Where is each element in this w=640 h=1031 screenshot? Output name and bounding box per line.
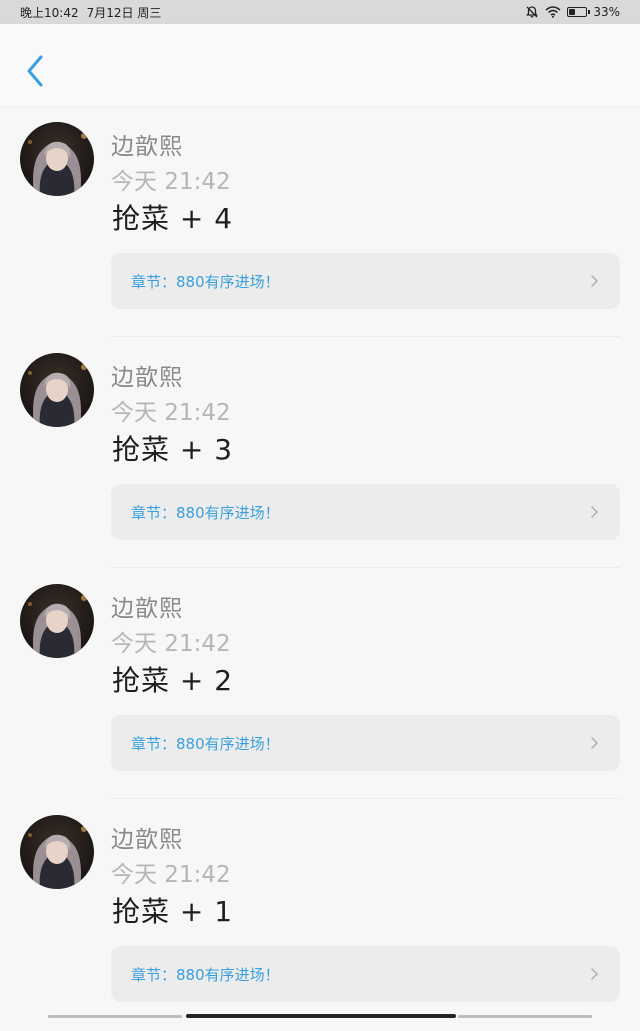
status-time: 晚上10:42 bbox=[20, 4, 79, 21]
author-name: 边歆熙 bbox=[111, 127, 183, 161]
chevron-right-icon bbox=[588, 967, 600, 981]
mute-bell-icon bbox=[525, 5, 539, 19]
nav-bar-right-segment bbox=[458, 1015, 592, 1018]
chapter-link-card[interactable]: 章节：880有序进场！ bbox=[111, 946, 620, 1002]
status-date: 7月12日 周三 bbox=[87, 4, 162, 21]
timestamp: 今天 21:42 bbox=[111, 393, 231, 427]
avatar[interactable] bbox=[20, 584, 94, 658]
message-content: 抢菜 + 1 bbox=[112, 890, 233, 930]
status-right: 33% bbox=[525, 5, 620, 19]
battery-fill bbox=[569, 9, 575, 15]
back-button[interactable] bbox=[18, 51, 52, 91]
list-item: 边歆熙 今天 21:42 抢菜 + 3 章节：880有序进场！ bbox=[0, 338, 640, 569]
chapter-link-card[interactable]: 章节：880有序进场！ bbox=[111, 715, 620, 771]
chapter-link-card[interactable]: 章节：880有序进场！ bbox=[111, 253, 620, 309]
status-bar: 晚上10:42 7月12日 周三 33% bbox=[0, 0, 640, 24]
chevron-right-icon bbox=[588, 274, 600, 288]
wifi-icon bbox=[545, 6, 561, 18]
chevron-right-icon bbox=[588, 736, 600, 750]
list-item: 边歆熙 今天 21:42 抢菜 + 2 章节：880有序进场！ bbox=[0, 569, 640, 800]
author-name: 边歆熙 bbox=[111, 589, 183, 623]
chapter-link-text: 章节：880有序进场！ bbox=[131, 733, 588, 754]
author-name: 边歆熙 bbox=[111, 820, 183, 854]
chapter-link-text: 章节：880有序进场！ bbox=[131, 502, 588, 523]
status-left: 晚上10:42 7月12日 周三 bbox=[20, 4, 161, 21]
header bbox=[0, 24, 640, 107]
message-content: 抢菜 + 2 bbox=[112, 659, 233, 699]
avatar[interactable] bbox=[20, 815, 94, 889]
list-item: 边歆熙 今天 21:42 抢菜 + 1 章节：880有序进场！ bbox=[0, 800, 640, 1031]
message-content: 抢菜 + 3 bbox=[112, 428, 233, 468]
avatar[interactable] bbox=[20, 122, 94, 196]
chapter-link-text: 章节：880有序进场！ bbox=[131, 271, 588, 292]
nav-bar-left-segment bbox=[48, 1015, 182, 1018]
author-name: 边歆熙 bbox=[111, 358, 183, 392]
message-list: 边歆熙 今天 21:42 抢菜 + 4 章节：880有序进场！ bbox=[0, 107, 640, 1031]
chapter-link-card[interactable]: 章节：880有序进场！ bbox=[111, 484, 620, 540]
list-item: 边歆熙 今天 21:42 抢菜 + 4 章节：880有序进场！ bbox=[0, 107, 640, 338]
avatar[interactable] bbox=[20, 353, 94, 427]
battery-icon bbox=[567, 7, 587, 17]
chapter-link-text: 章节：880有序进场！ bbox=[131, 964, 588, 985]
timestamp: 今天 21:42 bbox=[111, 624, 231, 658]
chevron-right-icon bbox=[588, 505, 600, 519]
chevron-left-icon bbox=[25, 54, 45, 88]
home-indicator[interactable] bbox=[186, 1014, 456, 1018]
timestamp: 今天 21:42 bbox=[111, 855, 231, 889]
battery-percent: 33% bbox=[593, 5, 620, 19]
message-content: 抢菜 + 4 bbox=[112, 197, 233, 237]
timestamp: 今天 21:42 bbox=[111, 162, 231, 196]
